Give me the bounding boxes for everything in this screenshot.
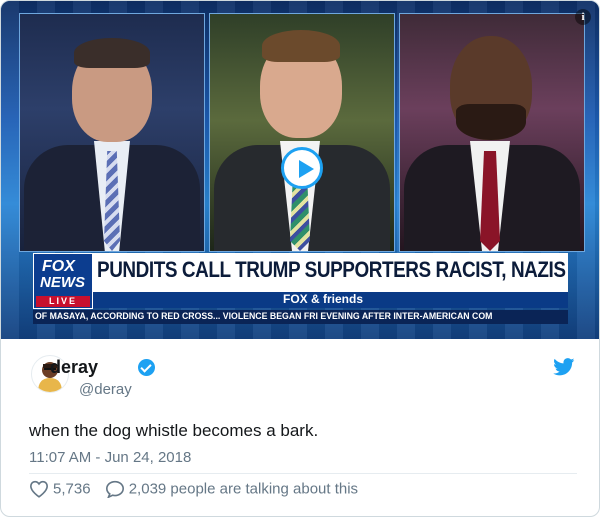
reply-bubble-icon[interactable] — [105, 480, 125, 499]
fox-news-logo: FOX NEWS LIVE — [33, 253, 93, 309]
info-icon[interactable]: i — [575, 9, 591, 25]
show-name: FOX & friends — [283, 292, 364, 306]
news-ticker: OF MASAYA, ACCORDING TO RED CROSS... VIO… — [33, 310, 568, 324]
tweet-actions: 5,736 2,039 people are talking about thi… — [29, 480, 358, 499]
tweet-card: PUNDITS CALL TRUMP SUPPORTERS RACIST, NA… — [0, 0, 600, 517]
video-panel-left — [19, 13, 205, 252]
person-center-hair — [262, 30, 340, 62]
verified-badge-icon — [138, 359, 155, 376]
author-handle[interactable]: @deray — [79, 381, 132, 398]
person-right-beard — [456, 104, 526, 140]
logo-live-text: LIVE — [36, 296, 90, 307]
tweet-timestamp[interactable]: 11:07 AM - Jun 24, 2018 — [29, 449, 191, 466]
show-name-bar: FOX & friends — [33, 292, 568, 308]
twitter-bird-icon[interactable] — [553, 358, 575, 376]
like-count[interactable]: 5,736 — [53, 481, 91, 498]
logo-news-text: NEWS — [40, 274, 85, 291]
news-chyron: PUNDITS CALL TRUMP SUPPORTERS RACIST, NA… — [33, 253, 568, 295]
video-panel-right — [399, 13, 585, 252]
author-display-name[interactable]: deray — [50, 357, 98, 378]
chyron-headline: PUNDITS CALL TRUMP SUPPORTERS RACIST, NA… — [97, 257, 566, 282]
divider — [29, 473, 577, 474]
video-panel-center — [209, 13, 395, 252]
video-player[interactable]: PUNDITS CALL TRUMP SUPPORTERS RACIST, NA… — [1, 1, 599, 339]
person-left-hair — [74, 38, 150, 68]
ticker-text: OF MASAYA, ACCORDING TO RED CROSS... VIO… — [35, 311, 493, 322]
heart-icon[interactable] — [29, 480, 49, 498]
conversation-count[interactable]: 2,039 people are talking about this — [129, 481, 358, 498]
tweet-text: when the dog whistle becomes a bark. — [29, 421, 319, 440]
play-icon[interactable] — [281, 147, 323, 189]
